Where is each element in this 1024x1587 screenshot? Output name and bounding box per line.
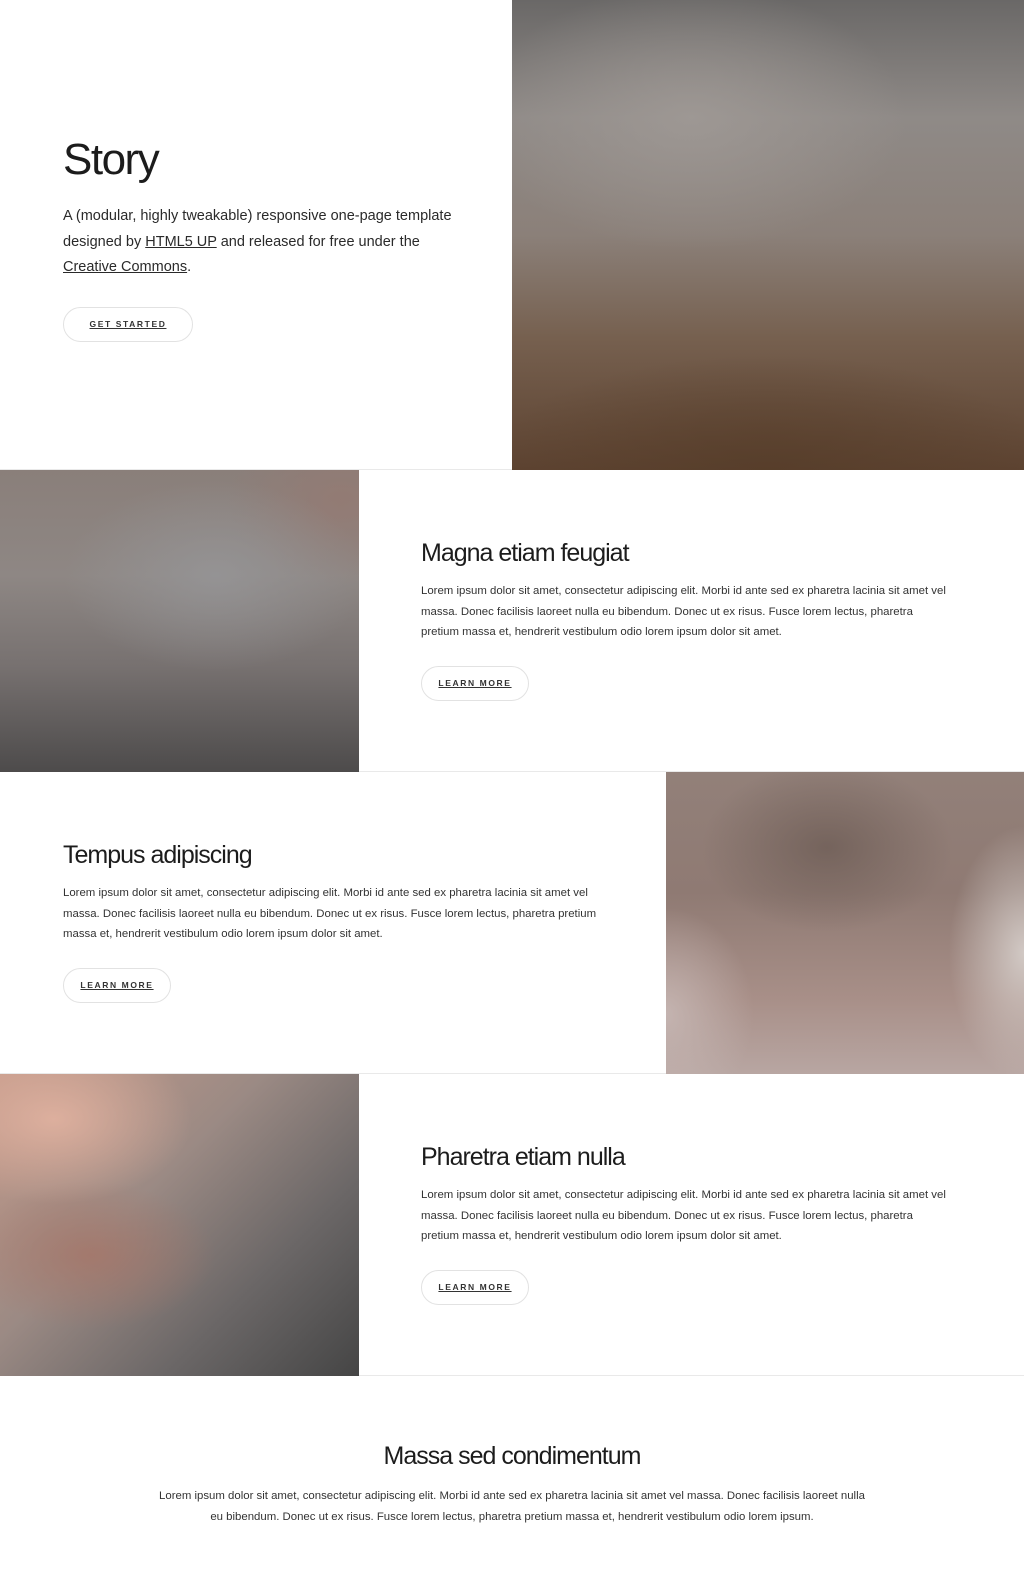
banner-section: Story A (modular, highly tweakable) resp… [0,0,1024,470]
final-text: Lorem ipsum dolor sit amet, consectetur … [159,1490,865,1523]
learn-more-button[interactable]: LEARN MORE [63,967,171,1003]
spotlight-title: Tempus adipiscing [63,841,253,869]
learn-more-button[interactable]: LEARN MORE [421,665,529,701]
banner-image [512,0,1024,470]
spotlight-3: Pharetra etiam nulla Lorem ipsum dolor s… [0,1074,1024,1376]
banner-description: A (modular, highly tweakable) responsive… [63,204,463,281]
spotlight-image [0,1074,359,1376]
creative-commons-link[interactable]: Creative Commons [63,259,187,275]
final-section: Massa sed condimentum Lorem ipsum dolor … [0,1376,1024,1587]
spotlight-1: Magna etiam feugiat Lorem ipsum dolor si… [0,470,1024,772]
spotlight-text: Lorem ipsum dolor sit amet, consectetur … [421,1189,946,1242]
spotlight-text: Lorem ipsum dolor sit amet, consectetur … [63,887,597,940]
learn-more-button[interactable]: LEARN MORE [421,1269,529,1305]
banner-content: Story A (modular, highly tweakable) resp… [63,134,463,342]
spotlight-title: Magna etiam feugiat [421,539,630,567]
get-started-button[interactable]: GET STARTED [63,306,193,342]
final-title: Massa sed condimentum [383,1442,642,1470]
banner-title: Story [63,135,160,184]
spotlight-image [0,470,359,772]
spotlight-text: Lorem ipsum dolor sit amet, consectetur … [421,585,946,638]
spotlight-title: Pharetra etiam nulla [421,1143,626,1171]
spotlight-content: Magna etiam feugiat Lorem ipsum dolor si… [421,537,951,701]
spotlight-content: Tempus adipiscing Lorem ipsum dolor sit … [63,839,603,1003]
page: Story A (modular, highly tweakable) resp… [0,0,1024,1587]
spotlight-content: Pharetra etiam nulla Lorem ipsum dolor s… [421,1141,951,1305]
html5up-link[interactable]: HTML5 UP [145,234,216,250]
spotlight-2: Tempus adipiscing Lorem ipsum dolor sit … [0,772,1024,1074]
spotlight-image [666,772,1024,1074]
banner-text-part: and released for free under the [216,233,420,250]
banner-text-part: . [187,259,192,275]
